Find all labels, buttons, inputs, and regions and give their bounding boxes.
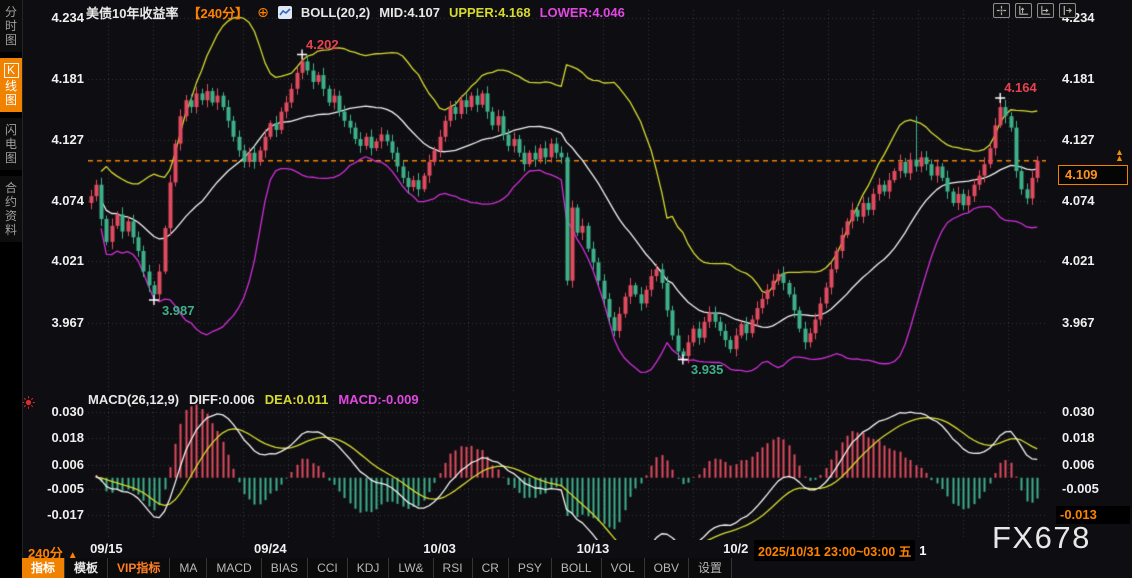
price-chart-canvas[interactable] bbox=[88, 10, 1046, 392]
toolbar-button-OBV[interactable]: OBV bbox=[645, 558, 689, 578]
indicator-toolbar: 指标模板VIP指标MAMACDBIASCCIKDJLW&RSICRPSYBOLL… bbox=[22, 558, 732, 578]
boll-label: BOLL(20,2) bbox=[301, 5, 370, 20]
axis-label: 4.074 bbox=[20, 193, 84, 209]
axis-label: 4.021 bbox=[20, 253, 84, 269]
toolbar-button-MA[interactable]: MA bbox=[170, 558, 207, 578]
scale-x-axis-icon[interactable] bbox=[1037, 3, 1054, 18]
boll-lower-value: LOWER:4.046 bbox=[540, 5, 625, 20]
toolbar-button-VIP指标[interactable]: VIP指标 bbox=[108, 558, 170, 578]
axis-label: -0.005 bbox=[20, 481, 84, 497]
axis-label: 0.018 bbox=[20, 430, 84, 446]
axis-label: 4.181 bbox=[1062, 71, 1130, 87]
toolbar-button-LW&[interactable]: LW& bbox=[389, 558, 433, 578]
boll-upper-value: UPPER:4.168 bbox=[449, 5, 531, 20]
toolbar-button-BIAS[interactable]: BIAS bbox=[262, 558, 308, 578]
axis-label: 3.967 bbox=[1062, 315, 1130, 331]
extreme-price-label: 3.987 bbox=[162, 304, 195, 318]
axis-label: -0.005 bbox=[1062, 481, 1130, 497]
current-bar-range: 2025/10/31 23:00~03:00 五 bbox=[754, 540, 915, 561]
candlestick-chart-icon[interactable] bbox=[278, 6, 292, 19]
scale-y-axis-icon[interactable] bbox=[1015, 3, 1032, 18]
toolbar-button-PSY[interactable]: PSY bbox=[509, 558, 552, 578]
extreme-price-label: 3.935 bbox=[691, 363, 724, 377]
chart-toolbar-icons bbox=[993, 3, 1076, 18]
macd-dea-value: DEA:0.011 bbox=[265, 392, 329, 407]
toolbar-button-设置[interactable]: 设置 bbox=[689, 558, 732, 578]
toolbar-button-模板[interactable]: 模板 bbox=[65, 558, 108, 578]
sidebar-tab-2[interactable]: K线图 bbox=[0, 58, 22, 112]
current-price-box: 4.109 bbox=[1058, 165, 1128, 185]
macd-name: MACD(26,12,9) bbox=[88, 392, 179, 407]
date-tick: 10/13 bbox=[565, 541, 621, 556]
toolbar-button-RSI[interactable]: RSI bbox=[434, 558, 473, 578]
axis-label: 4.074 bbox=[1062, 193, 1130, 209]
toolbar-button-BOLL[interactable]: BOLL bbox=[552, 558, 602, 578]
date-tick: 09/24 bbox=[242, 541, 298, 556]
toolbar-button-MACD[interactable]: MACD bbox=[207, 558, 261, 578]
current-macd-box: -0.013 bbox=[1056, 506, 1130, 524]
pan-right-icon[interactable] bbox=[1059, 3, 1076, 18]
sidebar: 分时图 K线图闪电图合约资料 bbox=[0, 0, 23, 578]
sidebar-tab-3[interactable]: 闪电图 bbox=[0, 118, 22, 170]
sidebar-tab-1[interactable]: 分时图 bbox=[0, 0, 22, 52]
instrument-title: 美债10年收益率 bbox=[86, 3, 178, 22]
current-bar-info: 2025/10/31 23:00~03:00 五 1 bbox=[754, 540, 926, 561]
axis-label: 4.127 bbox=[1062, 132, 1130, 148]
axis-label: 4.021 bbox=[1062, 253, 1130, 269]
current-bar-suffix: 1 bbox=[919, 543, 926, 558]
axis-label: 3.967 bbox=[20, 315, 84, 331]
alert-icon[interactable] bbox=[21, 395, 36, 410]
toolbar-button-VOL[interactable]: VOL bbox=[602, 558, 645, 578]
axis-label: 0.006 bbox=[20, 457, 84, 473]
boll-mid-value: MID:4.107 bbox=[379, 5, 440, 20]
axis-label: 4.234 bbox=[20, 10, 84, 26]
toolbar-button-KDJ[interactable]: KDJ bbox=[348, 558, 390, 578]
app-window: 分时图 K线图闪电图合约资料 美债10年收益率 【240分】 ⊕ BOLL(20,… bbox=[0, 0, 1132, 578]
toolbar-button-CCI[interactable]: CCI bbox=[308, 558, 348, 578]
macd-diff-value: DIFF:0.006 bbox=[189, 392, 255, 407]
toolbar-button-CR[interactable]: CR bbox=[473, 558, 509, 578]
macd-value: MACD:-0.009 bbox=[338, 392, 418, 407]
macd-header: MACD(26,12,9) DIFF:0.006 DEA:0.011 MACD:… bbox=[88, 391, 419, 407]
sidebar-tab-4[interactable]: 合约资料 bbox=[0, 176, 22, 242]
macd-chart-canvas[interactable] bbox=[88, 400, 1046, 540]
axis-label: 0.006 bbox=[1062, 457, 1130, 473]
add-indicator-icon[interactable]: ⊕ bbox=[257, 4, 269, 21]
axis-label: 4.181 bbox=[20, 71, 84, 87]
axis-label: 4.127 bbox=[20, 132, 84, 148]
extreme-price-label: 4.202 bbox=[306, 38, 339, 52]
toolbar-button-指标[interactable]: 指标 bbox=[22, 558, 65, 578]
crosshair-icon[interactable] bbox=[993, 3, 1010, 18]
axis-label: 0.030 bbox=[1062, 404, 1130, 420]
extreme-price-label: 4.164 bbox=[1004, 81, 1037, 95]
time-axis: 240分▲ 09/1509/2410/0310/1310/2 2025/10/3… bbox=[0, 540, 1132, 558]
axis-label: -0.017 bbox=[20, 507, 84, 523]
price-up-arrows-icon: ▲▲ bbox=[1115, 149, 1124, 161]
chart-header: 美债10年收益率 【240分】 ⊕ BOLL(20,2) MID:4.107 U… bbox=[86, 3, 625, 21]
date-tick: 09/15 bbox=[78, 541, 134, 556]
date-tick: 10/03 bbox=[412, 541, 468, 556]
period-badge: 【240分】 bbox=[187, 3, 248, 22]
axis-label: 0.018 bbox=[1062, 430, 1130, 446]
